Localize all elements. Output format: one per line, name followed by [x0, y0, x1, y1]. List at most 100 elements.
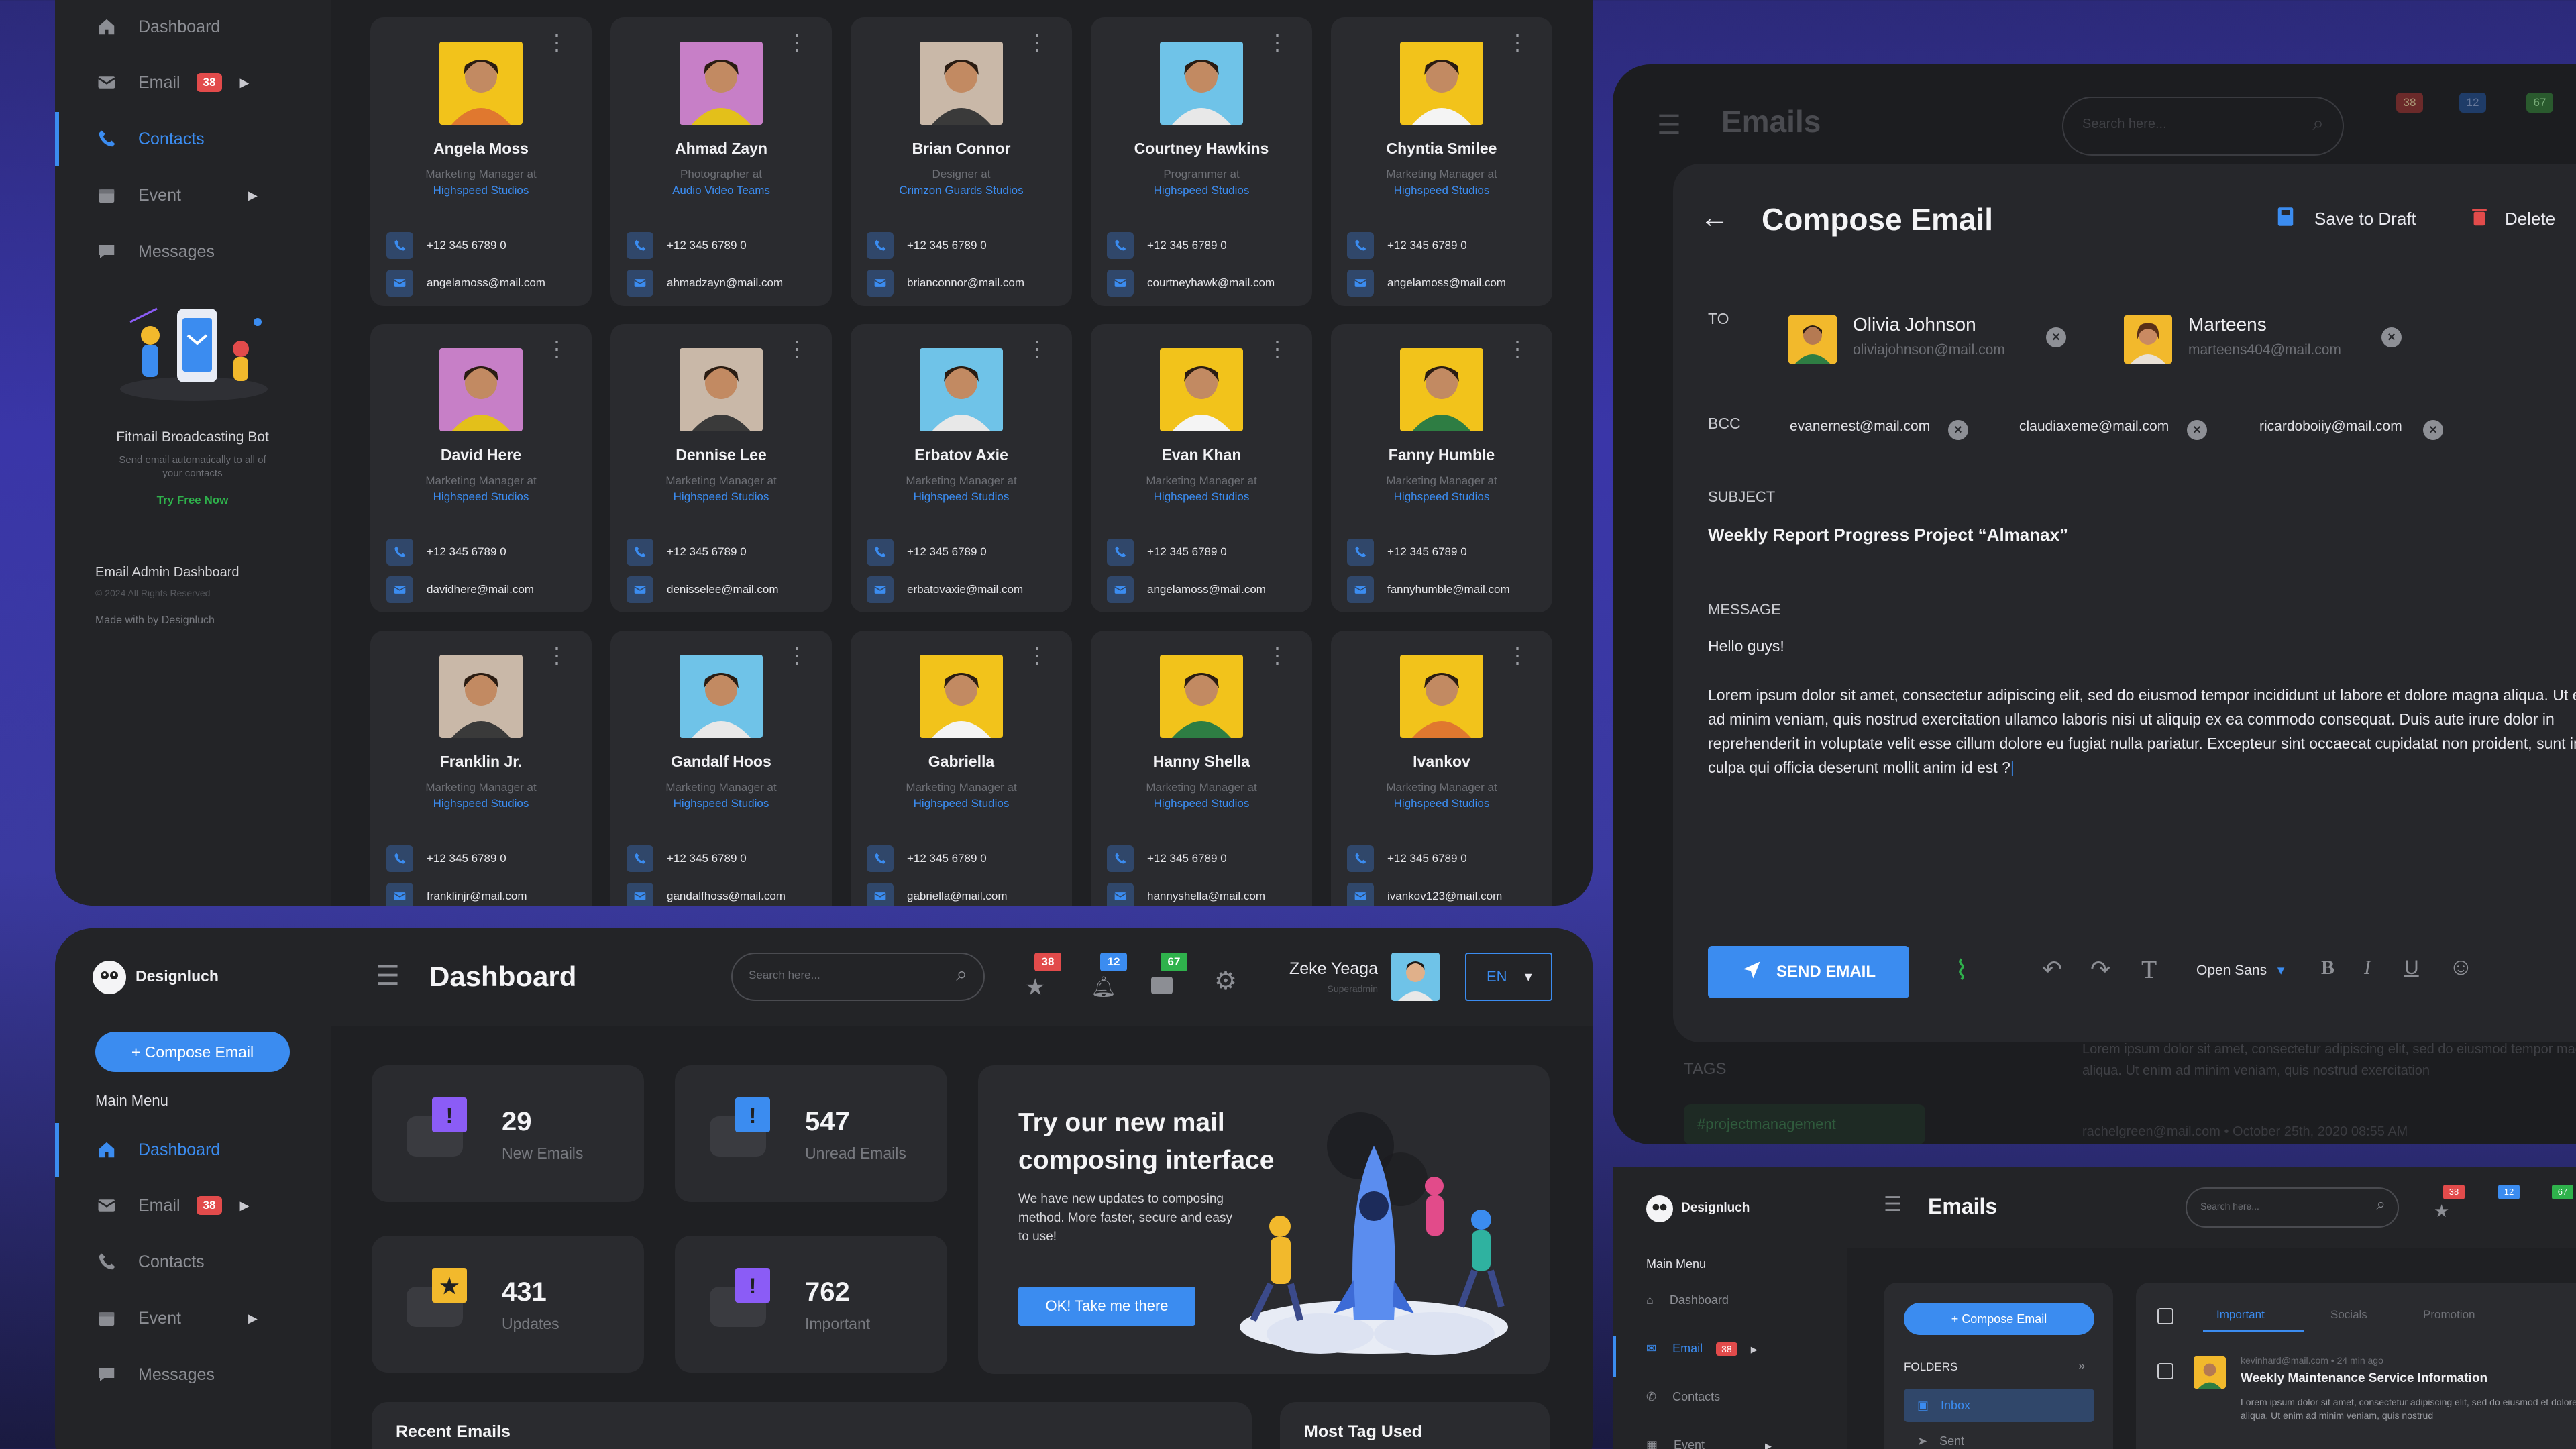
folder-sent[interactable]: ➤ Sent	[1917, 1434, 1964, 1448]
sidebar-item-email[interactable]: ✉ Email 38 ▶	[1646, 1342, 1758, 1356]
more-options-icon[interactable]: ⋮	[546, 338, 568, 360]
take-me-there-button[interactable]: OK! Take me there	[1018, 1287, 1195, 1326]
contact-company[interactable]: Highspeed Studios	[1344, 182, 1539, 199]
sidebar-item-contacts[interactable]: Contacts	[95, 1235, 205, 1289]
more-options-icon[interactable]: ⋮	[1267, 32, 1288, 53]
sidebar-item-contacts[interactable]: Contacts	[95, 112, 205, 166]
contact-email[interactable]: fannyhumble@mail.com	[1347, 576, 1510, 603]
contact-company[interactable]: Highspeed Studios	[384, 489, 578, 505]
contact-email[interactable]: angelamoss@mail.com	[1107, 576, 1266, 603]
contact-phone[interactable]: +12 345 6789 0	[867, 845, 987, 872]
contact-email[interactable]: angelamoss@mail.com	[386, 270, 545, 297]
text-format-icon[interactable]: T	[2141, 955, 2157, 985]
save-draft-button[interactable]: Save to Draft	[2277, 207, 2416, 231]
undo-icon[interactable]: ↶	[2042, 955, 2062, 983]
bold-icon[interactable]: B	[2321, 957, 2334, 979]
more-options-icon[interactable]: ⋮	[786, 338, 808, 360]
avatar[interactable]	[1391, 953, 1440, 1001]
contact-phone[interactable]: +12 345 6789 0	[627, 845, 747, 872]
more-options-icon[interactable]: ⋮	[1267, 338, 1288, 360]
contact-company[interactable]: Highspeed Studios	[384, 796, 578, 812]
contact-phone[interactable]: +12 345 6789 0	[386, 232, 506, 259]
sidebar-item-event[interactable]: Event ▶	[95, 1291, 258, 1345]
contact-phone[interactable]: +12 345 6789 0	[386, 845, 506, 872]
redo-icon[interactable]: ↷	[2090, 955, 2110, 983]
remove-bcc-icon[interactable]: ×	[2423, 420, 2443, 440]
contact-card[interactable]: ⋮ Courtney Hawkins Programmer at Highspeed …	[1091, 17, 1312, 306]
more-options-icon[interactable]: ⋮	[1026, 32, 1048, 53]
remove-bcc-icon[interactable]: ×	[1948, 420, 1968, 440]
more-options-icon[interactable]: ⋮	[786, 32, 808, 53]
sidebar-item-email[interactable]: Email 38 ▶	[95, 1179, 249, 1232]
contact-email[interactable]: gabriella@mail.com	[867, 883, 1008, 906]
more-options-icon[interactable]: ⋮	[1507, 338, 1528, 360]
contact-card[interactable]: ⋮ Erbatov Axie Marketing Manager at Highspe…	[851, 324, 1072, 612]
compose-email-button[interactable]: + Compose Email	[1904, 1303, 2094, 1335]
back-arrow-icon[interactable]: ←	[1700, 201, 1729, 235]
more-options-icon[interactable]: ⋮	[786, 645, 808, 666]
contact-email[interactable]: ahmadzayn@mail.com	[627, 270, 783, 297]
star-icon[interactable]: ★	[2434, 1201, 2449, 1222]
contact-card[interactable]: ⋮ Evan Khan Marketing Manager at Highspeed …	[1091, 324, 1312, 612]
sidebar-item-dashboard[interactable]: Dashboard	[95, 0, 220, 54]
sidebar-item-messages[interactable]: Messages	[95, 1348, 215, 1401]
search-input[interactable]: Search here... ⌕	[731, 953, 985, 1001]
mail-checkbox[interactable]	[2157, 1363, 2174, 1379]
contact-email[interactable]: franklinjr@mail.com	[386, 883, 527, 906]
font-select[interactable]: Open Sans ▾	[2196, 962, 2284, 979]
emoji-icon[interactable]: ☺	[2449, 953, 2473, 981]
contact-card[interactable]: ⋮ Ahmad Zayn Photographer at Audio Video Te…	[610, 17, 832, 306]
contact-phone[interactable]: +12 345 6789 0	[867, 539, 987, 566]
collapse-icon[interactable]: »	[2078, 1359, 2085, 1373]
more-options-icon[interactable]: ⋮	[546, 32, 568, 53]
contact-card[interactable]: ⋮ Brian Connor Designer at Crimzon Guards S…	[851, 17, 1072, 306]
contact-email[interactable]: courtneyhawk@mail.com	[1107, 270, 1275, 297]
contact-card[interactable]: ⋮ Ivankov Marketing Manager at Highspeed St…	[1331, 631, 1552, 906]
search-input[interactable]: Search here... ⌕	[2062, 97, 2344, 156]
menu-icon[interactable]: ☰	[1657, 110, 1681, 141]
more-options-icon[interactable]: ⋮	[1507, 645, 1528, 666]
more-options-icon[interactable]: ⋮	[1026, 645, 1048, 666]
contact-company[interactable]: Highspeed Studios	[1344, 796, 1539, 812]
contact-card[interactable]: ⋮ Gabriella Marketing Manager at Highspeed …	[851, 631, 1072, 906]
sidebar-item-dashboard[interactable]: ⌂ Dashboard	[1646, 1293, 1729, 1307]
contact-company[interactable]: Highspeed Studios	[624, 796, 818, 812]
more-options-icon[interactable]: ⋮	[546, 645, 568, 666]
sidebar-item-event[interactable]: ▦ Event ▶	[1646, 1438, 1772, 1449]
stat-card[interactable]: ★ 431 Updates	[372, 1236, 644, 1373]
stat-card[interactable]: ! 547 Unread Emails	[675, 1065, 947, 1202]
contact-phone[interactable]: +12 345 6789 0	[386, 539, 506, 566]
contact-email[interactable]: hannyshella@mail.com	[1107, 883, 1265, 906]
contact-email[interactable]: ivankov123@mail.com	[1347, 883, 1502, 906]
italic-icon[interactable]: I	[2364, 957, 2371, 979]
search-input[interactable]: Search here... ⌕	[2186, 1187, 2399, 1228]
stat-card[interactable]: ! 29 New Emails	[372, 1065, 644, 1202]
remove-recipient-icon[interactable]: ×	[2046, 327, 2066, 347]
mail-subject[interactable]: Weekly Maintenance Service Information	[2241, 1371, 2487, 1386]
sidebar-item-dashboard[interactable]: Dashboard	[95, 1123, 220, 1177]
tab-important[interactable]: Important	[2216, 1308, 2265, 1322]
contact-company[interactable]: Highspeed Studios	[864, 796, 1059, 812]
contact-company[interactable]: Highspeed Studios	[1104, 796, 1299, 812]
more-options-icon[interactable]: ⋮	[1026, 338, 1048, 360]
subject-input[interactable]: Weekly Report Progress Project “Almanax”	[1708, 525, 2068, 545]
contact-card[interactable]: ⋮ Chyntia Smilee Marketing Manager at Highs…	[1331, 17, 1552, 306]
contact-email[interactable]: davidhere@mail.com	[386, 576, 534, 603]
contact-company[interactable]: Crimzon Guards Studios	[864, 182, 1059, 199]
contact-company[interactable]: Highspeed Studios	[864, 489, 1059, 505]
attach-icon[interactable]: ⌇	[1955, 955, 1968, 986]
sidebar-item-contacts[interactable]: ✆ Contacts	[1646, 1390, 1720, 1404]
menu-icon[interactable]: ☰	[1884, 1193, 1902, 1216]
contact-company[interactable]: Highspeed Studios	[624, 489, 818, 505]
select-all-checkbox[interactable]	[2157, 1308, 2174, 1324]
stat-card[interactable]: ! 762 Important	[675, 1236, 947, 1373]
sidebar-item-email[interactable]: Email 38 ▶	[95, 56, 249, 109]
contact-email[interactable]: gandalfhoss@mail.com	[627, 883, 786, 906]
compose-email-button[interactable]: + Compose Email	[95, 1032, 290, 1072]
contact-company[interactable]: Highspeed Studios	[384, 182, 578, 199]
contact-phone[interactable]: +12 345 6789 0	[1347, 539, 1467, 566]
contact-card[interactable]: ⋮ Fanny Humble Marketing Manager at Highspe…	[1331, 324, 1552, 612]
contact-phone[interactable]: +12 345 6789 0	[1107, 845, 1227, 872]
contact-email[interactable]: brianconnor@mail.com	[867, 270, 1024, 297]
contact-email[interactable]: angelamoss@mail.com	[1347, 270, 1506, 297]
